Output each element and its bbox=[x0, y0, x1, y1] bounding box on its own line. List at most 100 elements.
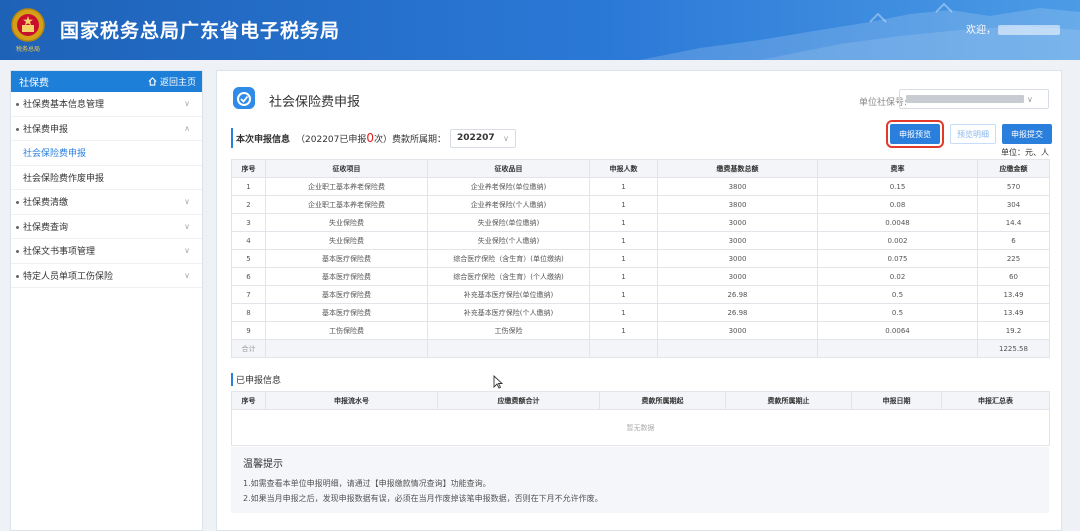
table-row: 2 企业职工基本养老保险费 企业养老保险(个人缴纳) 1 3800 0.08 304 bbox=[231, 195, 1050, 214]
table-cell: 失业保险(个人缴纳) bbox=[427, 231, 590, 250]
home-link-label: 返回主页 bbox=[159, 78, 196, 88]
chevron-down-icon: ∨ bbox=[184, 221, 190, 231]
column-header: 征收项目 bbox=[265, 159, 428, 178]
section-title: 本次申报信息 bbox=[236, 134, 291, 145]
emblem-caption: 税务总局 bbox=[16, 45, 40, 53]
table-cell: 3000 bbox=[657, 213, 818, 232]
column-header: 序号 bbox=[231, 159, 266, 178]
chevron-down-icon: ∨ bbox=[184, 197, 190, 207]
bullet-icon bbox=[16, 274, 19, 278]
table-cell: 4 bbox=[231, 231, 266, 250]
period-select[interactable]: 202207 ∨ bbox=[450, 128, 517, 148]
table-cell: 0.08 bbox=[817, 195, 978, 214]
table-cell: 14.4 bbox=[977, 213, 1050, 232]
sidebar-item-documents[interactable]: 社保文书事项管理 ∨ bbox=[11, 239, 202, 264]
chevron-down-icon: ∨ bbox=[503, 133, 510, 143]
preview-detail-button[interactable]: 预览明细 bbox=[950, 124, 996, 144]
org-number-select[interactable]: ∨ bbox=[899, 89, 1049, 109]
column-header: 费率 bbox=[817, 159, 978, 178]
table-cell: 225 bbox=[977, 249, 1050, 268]
total-value: 1225.58 bbox=[977, 339, 1050, 358]
declare-count: 0 bbox=[366, 131, 375, 145]
chevron-up-icon: ∧ bbox=[184, 123, 190, 133]
table-cell: 企业养老保险(个人缴纳) bbox=[427, 195, 590, 214]
sidebar-item-query[interactable]: 社保费查询 ∨ bbox=[11, 215, 202, 239]
home-icon bbox=[148, 77, 157, 86]
declare-info-bar: 本次申报信息 （202207已申报 0 次）费款所属期： 202207 ∨ bbox=[231, 128, 517, 148]
preview-button[interactable]: 申报预览 bbox=[886, 120, 944, 148]
table-cell: 570 bbox=[977, 177, 1050, 196]
table-cell bbox=[427, 339, 590, 358]
sidebar-item-declare[interactable]: 社保费申报 ∧ bbox=[11, 117, 202, 141]
table-cell: 1 bbox=[589, 195, 658, 214]
table-cell: 3000 bbox=[657, 267, 818, 286]
table-row: 1 企业职工基本养老保险费 企业养老保险(单位缴纳) 1 3800 0.15 570 bbox=[231, 177, 1050, 196]
redacted-org-number bbox=[906, 95, 1024, 103]
sidebar-title: 社保费 bbox=[19, 78, 49, 89]
sidebar-item-injury-insurance[interactable]: 特定人员单项工伤保险 ∨ bbox=[11, 264, 202, 288]
bullet-icon bbox=[16, 250, 19, 254]
bullet-icon bbox=[16, 225, 19, 229]
sidebar-item-clearance[interactable]: 社保费清缴 ∨ bbox=[11, 190, 202, 215]
table-cell: 1 bbox=[589, 177, 658, 196]
table-row: 4 失业保险费 失业保险(个人缴纳) 1 3000 0.002 6 bbox=[231, 231, 1050, 250]
table-row: 8 基本医疗保险费 补充基本医疗保险(个人缴纳) 1 26.98 0.5 13.49 bbox=[231, 303, 1050, 322]
total-label: 合计 bbox=[231, 339, 266, 358]
table-cell: 1 bbox=[589, 231, 658, 250]
empty-message: 暂无数据 bbox=[231, 409, 1050, 446]
app-title: 国家税务总局广东省电子税务局 bbox=[60, 20, 341, 42]
table-cell: 0.5 bbox=[817, 303, 978, 322]
sidebar-item-label: 社保文书事项管理 bbox=[23, 247, 96, 258]
table-cell: 13.49 bbox=[977, 303, 1050, 322]
sidebar-item-basic-info[interactable]: 社保费基本信息管理 ∨ bbox=[11, 92, 202, 117]
column-header: 应缴金额 bbox=[977, 159, 1050, 178]
table-cell: 1 bbox=[589, 213, 658, 232]
redacted-username bbox=[998, 25, 1060, 35]
table-cell: 企业养老保险(单位缴纳) bbox=[427, 177, 590, 196]
table-cell bbox=[817, 339, 978, 358]
bullet-icon bbox=[16, 127, 19, 131]
table-cell: 0.5 bbox=[817, 285, 978, 304]
tips-box: 温馨提示 1.如需查看本单位申报明细，请通过【申报缴款情况查询】功能查询。 2.… bbox=[231, 447, 1049, 513]
table-cell: 26.98 bbox=[657, 285, 818, 304]
table-body: 1 企业职工基本养老保险费 企业养老保险(单位缴纳) 1 3800 0.15 570 2 企业职… bbox=[231, 177, 1050, 358]
tips-title: 温馨提示 bbox=[243, 459, 283, 470]
sidebar-item-label: 社保费申报 bbox=[23, 124, 69, 135]
table-cell: 60 bbox=[977, 267, 1050, 286]
table-cell: 基本医疗保险费 bbox=[265, 249, 428, 268]
table-cell: 304 bbox=[977, 195, 1050, 214]
insurance-form-icon bbox=[233, 87, 255, 109]
table-cell: 3000 bbox=[657, 321, 818, 340]
table-cell: 13.49 bbox=[977, 285, 1050, 304]
sidebar-subitem-label: 社会保险费作废申报 bbox=[23, 173, 105, 184]
table-cell: 3000 bbox=[657, 249, 818, 268]
chevron-down-icon: ∨ bbox=[184, 99, 190, 109]
sidebar-item-label: 社保费基本信息管理 bbox=[23, 100, 105, 111]
table-row: 9 工伤保险费 工伤保险 1 3000 0.0064 19.2 bbox=[231, 321, 1050, 340]
table-cell bbox=[657, 339, 818, 358]
submit-button[interactable]: 申报提交 bbox=[1002, 124, 1052, 144]
column-header: 征收品目 bbox=[427, 159, 590, 178]
tip-line: 1.如需查看本单位申报明细，请通过【申报缴款情况查询】功能查询。 bbox=[243, 479, 491, 488]
table-cell: 补充基本医疗保险(单位缴纳) bbox=[427, 285, 590, 304]
info-prefix: （202207已申报 bbox=[296, 134, 367, 145]
table-cell: 综合医疗保险（含生育）(个人缴纳) bbox=[427, 267, 590, 286]
table-cell: 基本医疗保险费 bbox=[265, 303, 428, 322]
welcome-label: 欢迎， bbox=[966, 25, 996, 36]
column-header: 费款所属期起 bbox=[599, 391, 726, 410]
table-cell: 5 bbox=[231, 249, 266, 268]
table-cell: 3 bbox=[231, 213, 266, 232]
table-cell: 基本医疗保险费 bbox=[265, 285, 428, 304]
table-cell: 1 bbox=[589, 267, 658, 286]
welcome-text: 欢迎， bbox=[966, 21, 1060, 36]
sidebar-subitem-void-declare[interactable]: 社会保险费作废申报 bbox=[11, 166, 202, 190]
table-cell: 1 bbox=[589, 303, 658, 322]
table-cell: 6 bbox=[977, 231, 1050, 250]
table-cell: 1 bbox=[589, 285, 658, 304]
table-cell: 9 bbox=[231, 321, 266, 340]
empty-row: 暂无数据 bbox=[231, 409, 1050, 446]
sidebar-subitem-insurance-declare[interactable]: 社会保险费申报 bbox=[11, 141, 202, 166]
sidebar-subitem-label: 社会保险费申报 bbox=[23, 149, 87, 160]
bullet-icon bbox=[16, 201, 19, 205]
home-link[interactable]: 返回主页 bbox=[148, 75, 196, 88]
